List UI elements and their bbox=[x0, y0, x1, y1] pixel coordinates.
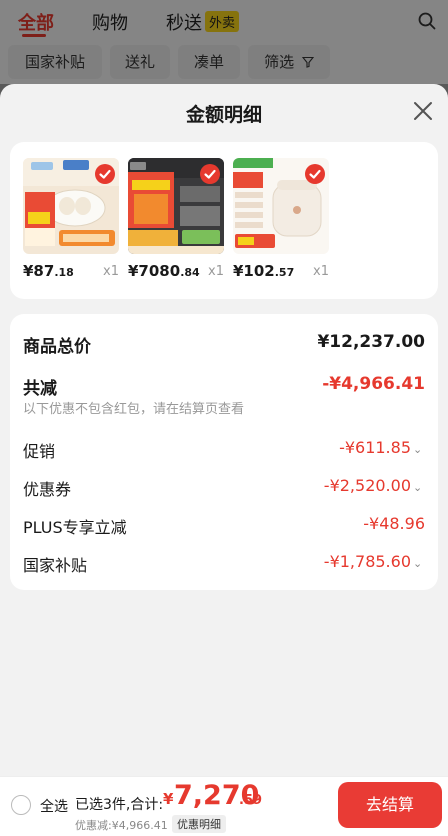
chevron-down-icon: ⌄ bbox=[413, 481, 423, 494]
checkout-bar: 全选 已选3件,合计: ¥ 7,270 .59 优惠减:¥4,966.41 优惠… bbox=[0, 776, 448, 836]
dim-overlay[interactable] bbox=[0, 0, 448, 84]
selected-check-icon[interactable] bbox=[95, 164, 115, 184]
checkout-button[interactable]: 去结算 bbox=[338, 782, 442, 828]
total-currency: ¥ bbox=[163, 790, 174, 808]
price-int: ¥102 bbox=[233, 262, 275, 280]
price-dec: .57 bbox=[274, 266, 295, 279]
product-qty: x1 bbox=[103, 264, 119, 279]
total-decimal: .59 bbox=[239, 793, 263, 808]
price-dec: .18 bbox=[54, 266, 74, 279]
discount-amount: -¥611.85 bbox=[339, 438, 411, 457]
discount-value: -¥2,520.00 ⌄ bbox=[324, 476, 425, 495]
total-price-row: 商品总价 ¥12,237.00 bbox=[23, 332, 425, 357]
select-all-label[interactable]: 全选 bbox=[40, 796, 68, 816]
total-price-label: 商品总价 bbox=[23, 337, 91, 357]
total-price-value: ¥12,237.00 bbox=[317, 332, 425, 352]
chevron-down-icon: ⌄ bbox=[413, 557, 423, 570]
chevron-down-icon: ⌄ bbox=[413, 443, 423, 456]
discount-value: -¥48.96 bbox=[363, 514, 425, 533]
selected-info: 已选3件,合计: bbox=[75, 797, 164, 813]
discount-row-national-subsidy[interactable]: 国家补贴 -¥1,785.60 ⌄ bbox=[23, 552, 425, 576]
product-price: ¥87.18 bbox=[23, 262, 74, 280]
discount-label: 国家补贴 bbox=[23, 556, 88, 575]
discount-value: -¥611.85 ⌄ bbox=[339, 438, 425, 457]
total-reduce-value: -¥4,966.41 bbox=[322, 374, 425, 394]
select-all-radio[interactable] bbox=[11, 795, 31, 815]
discount-detail-link[interactable]: 优惠明细 bbox=[172, 815, 226, 833]
close-icon[interactable] bbox=[412, 100, 434, 122]
price-dec: .84 bbox=[180, 266, 200, 279]
price-int: ¥87 bbox=[23, 262, 55, 280]
product-qty: x1 bbox=[313, 264, 329, 279]
reduce-note: 以下优惠不包含红包，请在结算页查看 bbox=[23, 402, 245, 417]
discount-row-coupon[interactable]: 优惠券 -¥2,520.00 ⌄ bbox=[23, 476, 425, 500]
discount-row-promotion[interactable]: 促销 -¥611.85 ⌄ bbox=[23, 438, 425, 462]
discount-value: -¥1,785.60 ⌄ bbox=[324, 552, 425, 571]
total-reduce-label: 共减 bbox=[23, 379, 57, 399]
selected-check-icon[interactable] bbox=[305, 164, 325, 184]
sheet-title: 金额明细 bbox=[185, 104, 262, 126]
product-price: ¥7080.84 bbox=[128, 262, 200, 280]
saved-amount: 优惠减:¥4,966.41 bbox=[75, 819, 168, 832]
products-card: ¥87.18 x1 ¥7080.84 x1 ¥102.57 x1 bbox=[10, 142, 438, 299]
selected-check-icon[interactable] bbox=[200, 164, 220, 184]
discount-amount: -¥1,785.60 bbox=[323, 552, 411, 571]
amount-detail-sheet: 金额明细 ¥87.18 x1 ¥7080.84 x1 ¥102.57 x1 商品… bbox=[0, 84, 448, 836]
discount-label: 促销 bbox=[23, 442, 56, 461]
price-int: ¥7080 bbox=[128, 262, 181, 280]
product-price: ¥102.57 bbox=[233, 262, 294, 280]
discount-label: PLUS专享立减 bbox=[23, 518, 127, 537]
amount-breakdown-card: 商品总价 ¥12,237.00 共减 -¥4,966.41 以下优惠不包含红包，… bbox=[10, 314, 438, 590]
discount-amount: -¥2,520.00 bbox=[323, 476, 411, 495]
discount-row-plus: PLUS专享立减 -¥48.96 bbox=[23, 514, 425, 538]
total-reduce-row: 共减 -¥4,966.41 以下优惠不包含红包，请在结算页查看 bbox=[23, 374, 425, 422]
product-qty: x1 bbox=[208, 264, 224, 279]
discount-label: 优惠券 bbox=[23, 480, 72, 499]
